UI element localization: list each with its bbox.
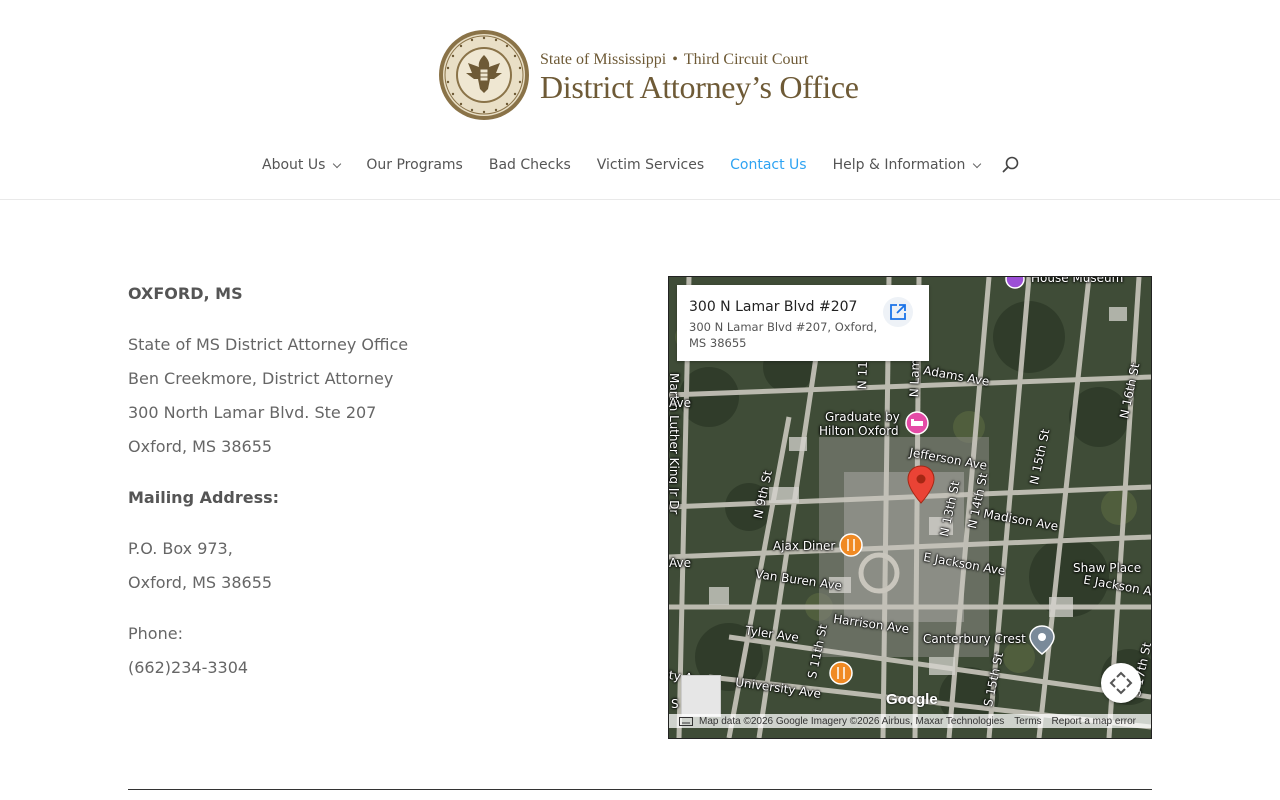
logo-subtitle: State of Mississippi • Third Circuit Court xyxy=(540,51,809,68)
street-address: 300 North Lamar Blvd. Ste 207 xyxy=(128,403,377,422)
mailing-heading: Mailing Address: xyxy=(128,488,280,507)
place-title: 300 N Lamar Blvd #207 xyxy=(689,299,858,315)
hotel-pin-icon[interactable] xyxy=(905,411,929,435)
google-logo: Google xyxy=(886,691,938,708)
phone-number[interactable]: (662)234-3304 xyxy=(128,658,248,677)
map-label: Martin Luther King Jr Dr xyxy=(668,373,681,515)
map-label: N 11 xyxy=(855,360,870,390)
place-info-card: 300 N Lamar Blvd #207 300 N Lamar Blvd #… xyxy=(677,285,929,361)
main-nav: About Us Our Programs Bad Checks Victim … xyxy=(262,152,1006,178)
nav-about-us[interactable]: About Us xyxy=(262,157,342,173)
report-map-error-link[interactable]: Report a map error xyxy=(1052,716,1136,727)
google-map[interactable]: House Museum Martin Luther King Jr Dr Av… xyxy=(668,276,1152,739)
street-view-control[interactable] xyxy=(681,675,721,717)
map-label: Ave xyxy=(669,556,691,570)
state-seal-icon xyxy=(439,30,529,120)
map-label: Canterbury Crest xyxy=(923,632,1026,646)
place-address: 300 N Lamar Blvd #207, Oxford, MS 38655 xyxy=(689,320,878,350)
map-terms-link[interactable]: Terms xyxy=(1014,716,1041,727)
place-pin-icon[interactable] xyxy=(1029,625,1055,655)
attorney-name: Ben Creekmore, District Attorney xyxy=(128,369,394,388)
search-icon[interactable] xyxy=(1002,156,1020,174)
chevron-down-icon xyxy=(973,159,982,168)
external-link-icon xyxy=(890,304,906,320)
phone-label: Phone: xyxy=(128,624,183,643)
map-label: House Museum xyxy=(1031,276,1124,285)
nav-bad-checks[interactable]: Bad Checks xyxy=(489,157,571,173)
restaurant-pin-icon[interactable] xyxy=(829,661,853,685)
mailing-city: Oxford, MS 38655 xyxy=(128,573,273,592)
nav-victim-services[interactable]: Victim Services xyxy=(597,157,704,173)
map-attribution-text: Map data ©2026 Google Imagery ©2026 Airb… xyxy=(699,715,1005,727)
location-pin-icon[interactable] xyxy=(907,465,935,505)
site-header: State of Mississippi • Third Circuit Court… xyxy=(0,0,1280,200)
map-label: Ajax Diner xyxy=(773,539,836,553)
nav-our-programs[interactable]: Our Programs xyxy=(366,157,462,173)
map-camera-control[interactable] xyxy=(1101,663,1141,703)
po-box: P.O. Box 973, xyxy=(128,539,233,558)
nav-help-information[interactable]: Help & Information xyxy=(833,157,982,173)
map-label: Ave xyxy=(669,396,691,410)
nav-contact-us[interactable]: Contact Us xyxy=(730,157,806,173)
move-arrows-icon xyxy=(1109,671,1133,695)
map-label: Hilton Oxford xyxy=(819,424,899,438)
city-state-zip: Oxford, MS 38655 xyxy=(128,437,273,456)
restaurant-pin-icon[interactable] xyxy=(839,533,863,557)
museum-pin-icon[interactable] xyxy=(1005,276,1025,289)
section-divider xyxy=(128,789,1152,790)
logo-title: District Attorney’s Office xyxy=(540,69,859,105)
site-logo[interactable]: State of Mississippi • Third Circuit Court… xyxy=(438,29,859,121)
map-label: Graduate by xyxy=(825,410,900,424)
map-attribution-bar: Map data ©2026 Google Imagery ©2026 Airb… xyxy=(669,714,1151,728)
location-heading: OXFORD, MS xyxy=(128,284,243,303)
keyboard-shortcuts-icon[interactable] xyxy=(679,716,693,726)
office-name: State of MS District Attorney Office xyxy=(128,335,409,354)
open-in-maps-button[interactable] xyxy=(883,297,913,327)
map-label: Shaw Place xyxy=(1073,561,1142,575)
chevron-down-icon xyxy=(333,159,342,168)
map-label: S xyxy=(671,697,679,711)
